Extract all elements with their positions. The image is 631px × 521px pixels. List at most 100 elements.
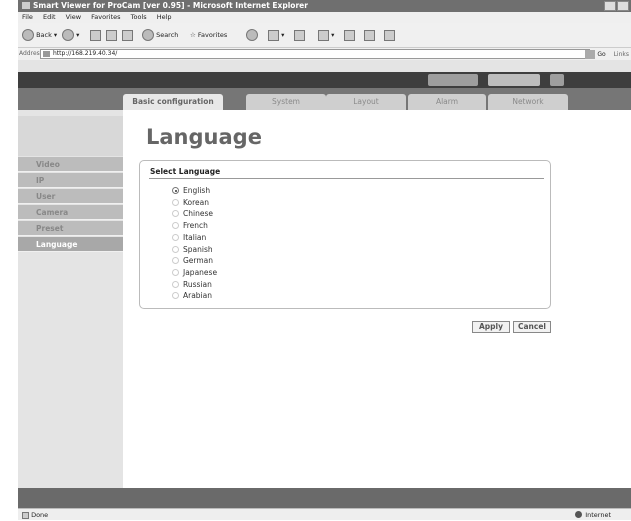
- discuss-icon: [344, 29, 355, 41]
- home-button[interactable]: [122, 28, 133, 42]
- refresh-button[interactable]: [106, 28, 117, 42]
- language-label: Spanish: [183, 244, 213, 254]
- language-label: German: [183, 256, 214, 266]
- panel-title: Select Language: [150, 167, 221, 176]
- discuss-button[interactable]: [344, 28, 355, 42]
- sidebar-item-camera[interactable]: Camera: [18, 205, 123, 220]
- app-icon: [22, 2, 30, 9]
- menu-help[interactable]: Help: [157, 13, 172, 21]
- language-option-russian[interactable]: Russian: [172, 279, 212, 291]
- minimize-button[interactable]: [604, 1, 616, 11]
- sidebar-header: [18, 116, 123, 156]
- history-icon: [246, 29, 258, 41]
- page-status-icon: [22, 511, 29, 519]
- search-button[interactable]: Search: [142, 28, 178, 42]
- sidebar-item-ip[interactable]: IP: [18, 173, 123, 188]
- radio-button[interactable]: [172, 198, 179, 206]
- radio-button[interactable]: [172, 280, 179, 288]
- menu-file[interactable]: File: [22, 13, 33, 21]
- menu-favorites[interactable]: Favorites: [91, 13, 120, 21]
- zone-label: Internet: [585, 511, 611, 519]
- language-option-english[interactable]: English: [172, 185, 210, 197]
- language-option-spanish[interactable]: Spanish: [172, 244, 213, 256]
- status-text: Done: [22, 509, 48, 521]
- language-option-italian[interactable]: Italian: [172, 232, 206, 244]
- tab-system[interactable]: System: [246, 94, 326, 110]
- stop-icon: [90, 29, 101, 41]
- cancel-button[interactable]: Cancel: [513, 321, 551, 333]
- sidebar-item-video[interactable]: Video: [18, 157, 123, 172]
- menu-edit[interactable]: Edit: [43, 13, 56, 21]
- footer-band: [18, 488, 631, 508]
- page-title: Language: [146, 125, 262, 149]
- address-input[interactable]: http://168.219.40.34/: [40, 49, 590, 59]
- language-label: English: [183, 186, 211, 195]
- tab-network[interactable]: Network: [488, 94, 568, 110]
- language-label: Italian: [183, 232, 207, 242]
- maximize-button[interactable]: [617, 1, 629, 11]
- extra-control[interactable]: [550, 74, 564, 86]
- messenger-icon: [384, 29, 395, 41]
- panel-divider: [149, 178, 544, 179]
- back-button[interactable]: Back ▾: [22, 28, 57, 42]
- print-button[interactable]: [294, 28, 305, 42]
- mail-icon: [268, 29, 279, 41]
- search-icon: [142, 29, 154, 41]
- history-button[interactable]: [246, 28, 258, 42]
- radio-button[interactable]: [172, 245, 179, 253]
- language-label: Arabian: [183, 291, 213, 301]
- globe-icon: [575, 511, 583, 518]
- language-option-german[interactable]: German: [172, 255, 213, 267]
- window-title: Smart Viewer for ProCam [ver 0.95] - Mic…: [33, 1, 308, 10]
- language-option-arabian[interactable]: Arabian: [172, 290, 212, 302]
- refresh-icon: [106, 29, 117, 41]
- language-panel: Select Language English Korean Chinese Fren…: [139, 160, 551, 309]
- sidebar-item-language[interactable]: Language: [18, 237, 123, 252]
- content-area: Language Select Language English Korean Ch…: [123, 110, 631, 488]
- radio-button[interactable]: [172, 268, 179, 276]
- language-label: French: [183, 221, 208, 231]
- radio-button[interactable]: [172, 222, 179, 230]
- research-button[interactable]: [364, 28, 375, 42]
- apply-button[interactable]: Apply: [472, 321, 510, 333]
- mail-button[interactable]: ▾: [268, 28, 284, 42]
- tab-alarm[interactable]: Alarm: [408, 94, 486, 110]
- security-zone: Internet: [575, 509, 611, 521]
- radio-button[interactable]: [172, 292, 179, 300]
- menu-bar: File Edit View Favorites Tools Help: [18, 12, 631, 23]
- research-icon: [364, 29, 375, 41]
- messenger-button[interactable]: [384, 28, 395, 42]
- language-option-japanese[interactable]: Japanese: [172, 267, 217, 279]
- setup-toggle[interactable]: [488, 74, 540, 86]
- edit-icon: [318, 29, 329, 41]
- address-bar: Address http://168.219.40.34/ Go Links: [18, 48, 631, 60]
- sidebar-item-preset[interactable]: Preset: [18, 221, 123, 236]
- favorites-button[interactable]: ☆ Favorites: [190, 28, 227, 42]
- menu-view[interactable]: View: [66, 13, 81, 21]
- favorites-label: Favorites: [197, 31, 228, 39]
- stop-button[interactable]: [90, 28, 101, 42]
- back-arrow-icon: [22, 29, 34, 41]
- radio-button[interactable]: [172, 233, 179, 241]
- menu-tools[interactable]: Tools: [131, 13, 147, 21]
- browser-toolbar: Back ▾ ▾ Search ☆ Favorites ▾ ▾: [18, 23, 631, 48]
- language-option-french[interactable]: French: [172, 220, 208, 232]
- forward-button[interactable]: ▾: [62, 28, 79, 42]
- language-option-korean[interactable]: Korean: [172, 197, 209, 209]
- tab-basic-configuration[interactable]: Basic configuration: [123, 94, 223, 110]
- page-icon: [43, 51, 50, 57]
- address-url: http://168.219.40.34/: [53, 50, 118, 57]
- sidebar-item-user[interactable]: User: [18, 189, 123, 204]
- live-view-toggle[interactable]: [428, 74, 478, 86]
- search-label: Search: [156, 31, 179, 39]
- edit-button[interactable]: ▾: [318, 28, 334, 42]
- tab-layout[interactable]: Layout: [326, 94, 406, 110]
- language-label: Korean: [183, 197, 210, 207]
- tab-bar: Basic configuration System Layout Alarm …: [18, 88, 631, 110]
- radio-button[interactable]: [172, 210, 179, 218]
- language-option-chinese[interactable]: Chinese: [172, 208, 213, 220]
- radio-button[interactable]: [172, 257, 179, 265]
- language-label: Russian: [183, 279, 212, 289]
- links-label[interactable]: Links: [614, 51, 629, 58]
- radio-button[interactable]: [172, 187, 179, 194]
